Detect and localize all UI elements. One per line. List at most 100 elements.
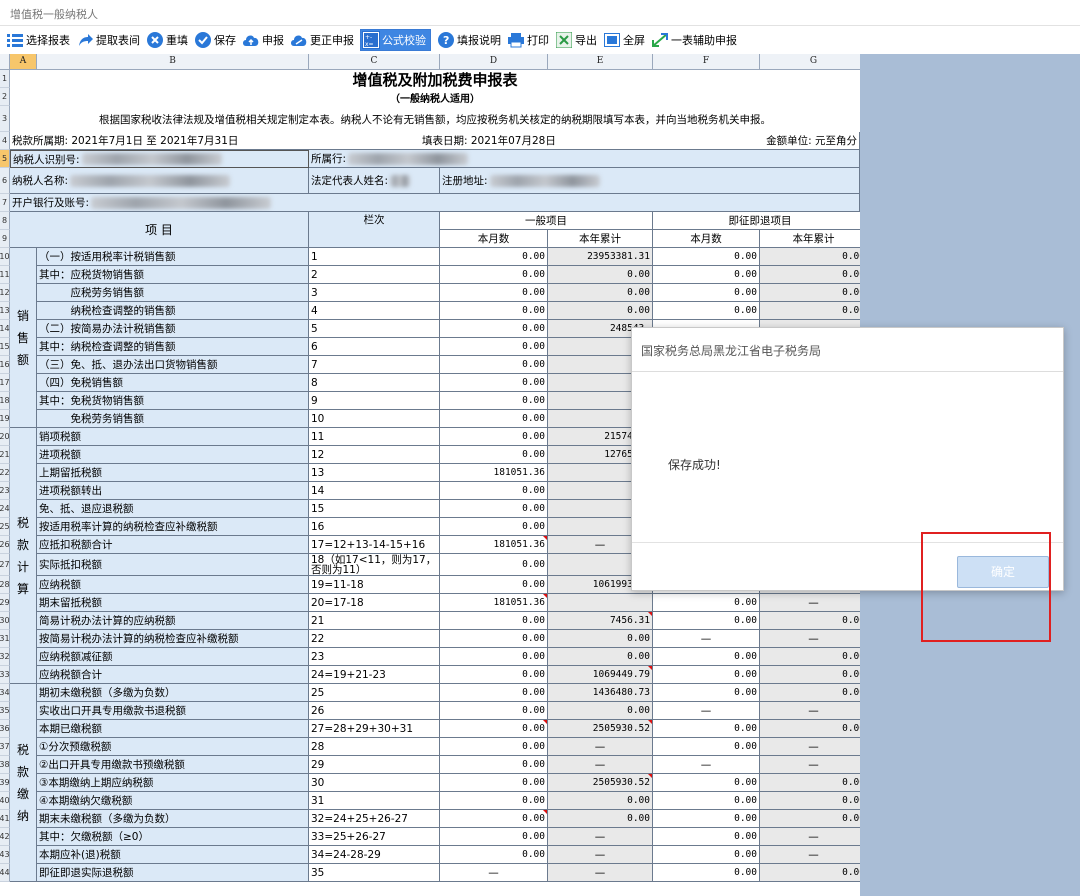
value-e[interactable]: — — [548, 864, 653, 882]
value-f[interactable]: 0.00 — [653, 774, 760, 792]
value-f[interactable]: 0.00 — [653, 302, 760, 320]
toolbar-button-10[interactable]: 全屏 — [603, 31, 645, 49]
value-d[interactable]: 0.00 — [440, 302, 548, 320]
toolbar-button-0[interactable]: 选择报表 — [6, 31, 70, 49]
value-d[interactable]: 0.00 — [440, 446, 548, 464]
value-f[interactable]: 0.00 — [653, 248, 760, 266]
toolbar-button-8[interactable]: 打印 — [507, 31, 549, 49]
value-e[interactable]: 0.00 — [548, 648, 653, 666]
value-d[interactable]: 0.00 — [440, 518, 548, 536]
value-f[interactable]: 0.00 — [653, 792, 760, 810]
value-e[interactable]: 0.00 — [548, 810, 653, 828]
toolbar-button-11[interactable]: 一表辅助申报 — [651, 31, 737, 49]
value-e[interactable]: 2505930.52 — [548, 774, 653, 792]
value-d[interactable]: 0.00 — [440, 720, 548, 738]
value-e[interactable]: 2505930.52 — [548, 720, 653, 738]
value-d[interactable]: 0.00 — [440, 284, 548, 302]
value-d[interactable]: 0.00 — [440, 482, 548, 500]
value-g[interactable]: 0.00 — [760, 648, 860, 666]
value-e[interactable]: 7456.31 — [548, 612, 653, 630]
value-d[interactable]: 0.00 — [440, 648, 548, 666]
value-e[interactable]: — — [548, 738, 653, 756]
toolbar-button-1[interactable]: 提取表间 — [76, 31, 140, 49]
value-e[interactable]: 0.00 — [548, 702, 653, 720]
toolbar-button-7[interactable]: ? 填报说明 — [437, 31, 501, 49]
value-g[interactable]: 0.00 — [760, 302, 860, 320]
value-f[interactable]: — — [653, 702, 760, 720]
toolbar-button-4[interactable]: 申报 — [242, 31, 284, 49]
value-g[interactable]: 0.00 — [760, 684, 860, 702]
value-g[interactable]: 0.00 — [760, 248, 860, 266]
value-d[interactable]: 0.00 — [440, 410, 548, 428]
taxpayer-id-cell[interactable]: 纳税人识别号: — [10, 150, 309, 168]
value-e[interactable]: 0.00 — [548, 792, 653, 810]
industry-cell[interactable]: 所属行: — [309, 150, 860, 168]
value-g[interactable]: 0.00 — [760, 266, 860, 284]
value-g[interactable]: 0.00 — [760, 612, 860, 630]
value-d[interactable]: — — [440, 864, 548, 882]
value-f[interactable]: 0.00 — [653, 684, 760, 702]
toolbar-button-5[interactable]: 更正申报 — [290, 31, 354, 49]
value-g[interactable]: 0.00 — [760, 810, 860, 828]
value-d[interactable]: 0.00 — [440, 630, 548, 648]
value-d[interactable]: 0.00 — [440, 338, 548, 356]
value-e[interactable]: 0.00 — [548, 302, 653, 320]
value-f[interactable]: 0.00 — [653, 846, 760, 864]
taxpayer-name-cell[interactable]: 纳税人名称: — [10, 168, 309, 194]
value-g[interactable]: 0.00 — [760, 774, 860, 792]
value-e[interactable]: — — [548, 756, 653, 774]
value-e[interactable]: — — [548, 846, 653, 864]
value-d[interactable]: 0.00 — [440, 392, 548, 410]
value-g[interactable]: 0.00 — [760, 666, 860, 684]
value-g[interactable]: 0.00 — [760, 864, 860, 882]
value-f[interactable]: 0.00 — [653, 666, 760, 684]
value-e[interactable]: — — [548, 828, 653, 846]
value-d[interactable]: 0.00 — [440, 248, 548, 266]
value-d[interactable]: 0.00 — [440, 356, 548, 374]
toolbar-button-3[interactable]: 保存 — [194, 31, 236, 49]
value-e[interactable]: 0.00 — [548, 266, 653, 284]
value-g[interactable]: 0.00 — [760, 284, 860, 302]
value-f[interactable]: 0.00 — [653, 810, 760, 828]
value-g[interactable]: — — [760, 594, 860, 612]
value-d[interactable]: 0.00 — [440, 266, 548, 284]
value-g[interactable]: 0.00 — [760, 720, 860, 738]
value-d[interactable]: 0.00 — [440, 576, 548, 594]
value-g[interactable]: — — [760, 828, 860, 846]
toolbar-button-2[interactable]: 重填 — [146, 31, 188, 49]
value-e[interactable]: 23953381.31 — [548, 248, 653, 266]
toolbar-button-6[interactable]: +- x= 公式校验 — [360, 28, 431, 51]
value-d[interactable]: 0.00 — [440, 554, 548, 576]
value-d[interactable]: 0.00 — [440, 684, 548, 702]
value-d[interactable]: 0.00 — [440, 792, 548, 810]
value-d[interactable]: 0.00 — [440, 774, 548, 792]
address-cell[interactable]: 注册地址: — [440, 168, 860, 194]
value-g[interactable]: — — [760, 738, 860, 756]
value-d[interactable]: 181051.36 — [440, 464, 548, 482]
value-d[interactable]: 0.00 — [440, 738, 548, 756]
value-e[interactable]: 0.00 — [548, 630, 653, 648]
value-d[interactable]: 0.00 — [440, 810, 548, 828]
value-g[interactable]: — — [760, 702, 860, 720]
value-d[interactable]: 0.00 — [440, 612, 548, 630]
value-f[interactable]: 0.00 — [653, 864, 760, 882]
value-d[interactable]: 0.00 — [440, 500, 548, 518]
value-g[interactable]: — — [760, 846, 860, 864]
value-f[interactable]: 0.00 — [653, 720, 760, 738]
value-d[interactable]: 0.00 — [440, 702, 548, 720]
value-g[interactable]: — — [760, 630, 860, 648]
value-d[interactable]: 0.00 — [440, 846, 548, 864]
value-e[interactable]: 0.00 — [548, 284, 653, 302]
value-f[interactable]: 0.00 — [653, 612, 760, 630]
value-e[interactable] — [548, 594, 653, 612]
legal-rep-cell[interactable]: 法定代表人姓名: — [309, 168, 440, 194]
value-f[interactable]: 0.00 — [653, 828, 760, 846]
value-f[interactable]: 0.00 — [653, 648, 760, 666]
value-f[interactable]: — — [653, 630, 760, 648]
toolbar-button-9[interactable]: 导出 — [555, 31, 597, 49]
value-d[interactable]: 181051.36 — [440, 536, 548, 554]
value-d[interactable]: 0.00 — [440, 374, 548, 392]
value-f[interactable]: — — [653, 756, 760, 774]
value-f[interactable]: 0.00 — [653, 738, 760, 756]
value-f[interactable]: 0.00 — [653, 266, 760, 284]
